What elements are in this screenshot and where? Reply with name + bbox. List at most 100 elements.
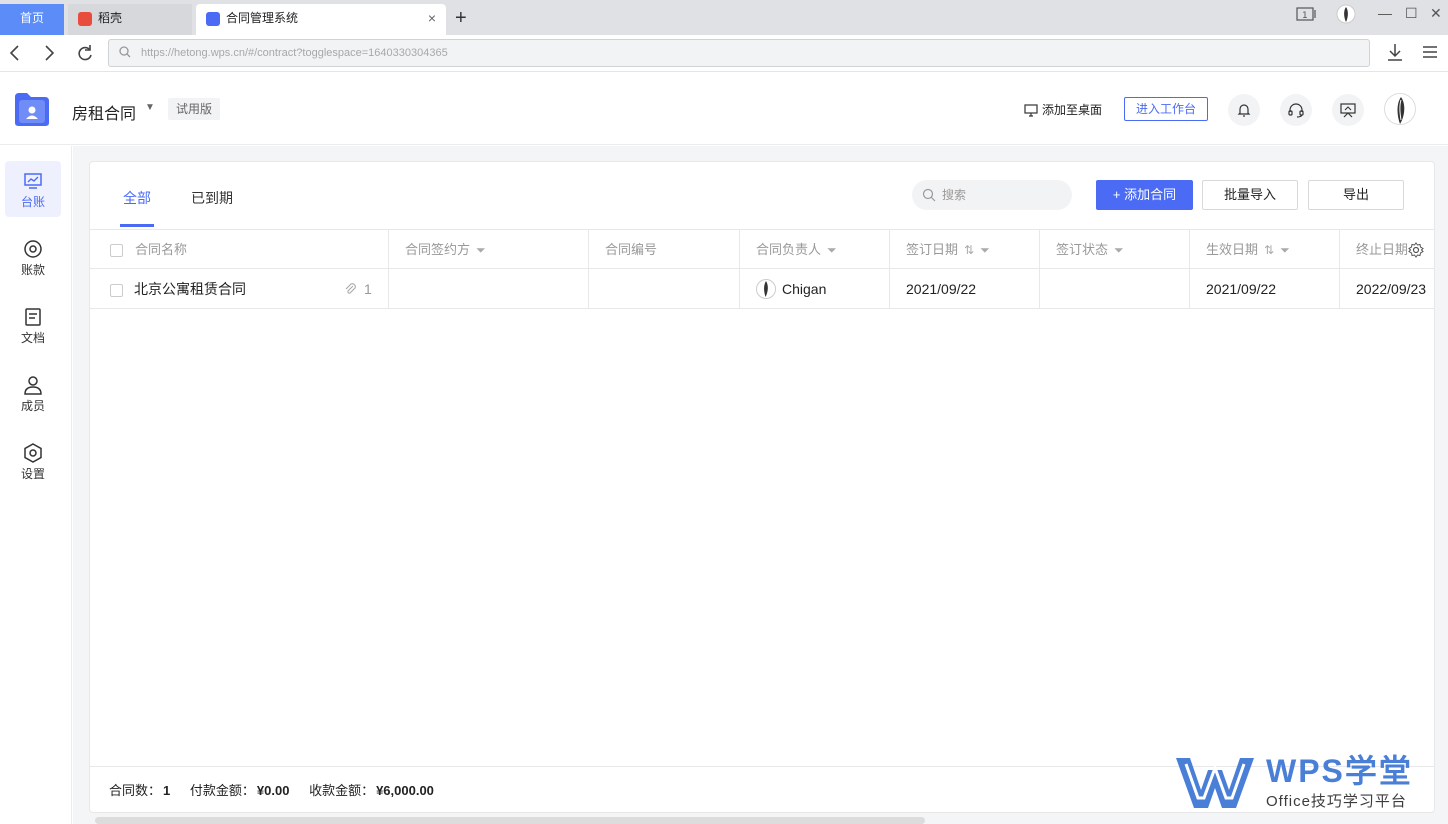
maximize-button[interactable]: ☐ (1405, 0, 1418, 30)
search-placeholder: 搜索 (942, 188, 967, 202)
user-avatar-small[interactable] (1336, 4, 1356, 34)
contract-count-label: 合同数： (109, 783, 162, 798)
export-button[interactable]: 导出 (1308, 180, 1404, 210)
column-header-effective-date[interactable]: 生效日期 ⇅ ⏷ (1189, 230, 1339, 269)
tab-docer[interactable]: 稻壳 (68, 4, 192, 35)
search-icon (119, 46, 131, 58)
column-header-party[interactable]: 合同签约方 ⏷ (388, 230, 588, 269)
sidebar-item-members[interactable]: 成员 (5, 365, 61, 421)
chevron-down-icon[interactable]: ▼ (145, 102, 155, 113)
sidebar-item-payment[interactable]: 账款 (5, 229, 61, 285)
settings-icon (24, 443, 42, 463)
sort-icon[interactable]: ⇅ (964, 231, 974, 269)
search-icon (922, 188, 936, 202)
sidebar-item-label: 成员 (20, 399, 45, 413)
sidebar-item-settings[interactable]: 设置 (5, 433, 61, 489)
space-name[interactable]: 房租合同 (72, 100, 136, 124)
new-tab-button[interactable]: + (455, 4, 467, 32)
wps-logo-icon (1176, 758, 1254, 808)
tab-overview-icon[interactable]: 1 (1296, 4, 1318, 34)
payment-icon (24, 240, 42, 258)
watermark-subtitle: Office技巧学习平台 (1266, 793, 1407, 810)
table-row[interactable]: 北京公寓租赁合同 1 Chigan 2021/09/22 2021/09/22 … (90, 269, 1434, 309)
filter-icon[interactable]: ⏷ (980, 231, 990, 269)
end-date-cell[interactable]: 2022/09/23 (1339, 269, 1434, 309)
docer-favicon-icon (78, 12, 92, 26)
tab-contract-system[interactable]: 合同管理系统 × (196, 4, 446, 35)
notification-bell-icon[interactable] (1228, 94, 1260, 126)
tab-label: 合同管理系统 (226, 11, 299, 25)
close-tab-icon[interactable]: × (428, 4, 436, 33)
user-avatar[interactable] (1384, 93, 1416, 125)
paperclip-icon (345, 283, 356, 294)
url-text: https://hetong.wps.cn/#/contract?toggles… (141, 47, 448, 59)
contract-name-cell[interactable]: 北京公寓租赁合同 1 (118, 269, 388, 309)
filter-icon[interactable]: ⏷ (827, 231, 837, 269)
enter-workspace-button[interactable]: 进入工作台 (1124, 97, 1208, 121)
filter-icon[interactable]: ⏷ (1114, 231, 1124, 269)
sidebar: 台账 账款 文档 成员 设置 (0, 146, 72, 824)
sidebar-item-ledger[interactable]: 台账 (5, 161, 61, 217)
back-icon[interactable] (8, 40, 22, 73)
owner-name: Chigan (782, 281, 827, 297)
column-header-owner[interactable]: 合同负责人 ⏷ (739, 230, 889, 269)
sign-date-cell[interactable]: 2021/09/22 (889, 269, 1039, 309)
contract-name[interactable]: 北京公寓租赁合同 (134, 281, 246, 297)
monitor-icon (1024, 104, 1038, 117)
column-header-name: 合同名称 (135, 242, 188, 257)
document-icon (25, 308, 41, 326)
address-bar-row: https://hetong.wps.cn/#/contract?toggles… (0, 35, 1448, 72)
column-header-sign-status[interactable]: 签订状态 ⏷ (1039, 230, 1189, 269)
contract-list-card: 全部 已到期 搜索 + 添加合同 批量导入 导出 合同名称 合同签约方 ⏷ 合同编… (89, 161, 1435, 813)
tab-expired[interactable]: 已到期 (191, 188, 233, 208)
close-window-button[interactable]: ✕ (1430, 0, 1442, 30)
horizontal-scrollbar[interactable] (95, 817, 925, 824)
number-cell[interactable] (588, 269, 739, 309)
sort-icon[interactable]: ⇅ (1264, 231, 1274, 269)
tab-all[interactable]: 全部 (123, 188, 151, 208)
browser-tab-bar: 首页 稻壳 合同管理系统 × + 1 — ☐ ✕ (0, 0, 1448, 35)
download-icon[interactable] (1386, 41, 1404, 70)
ledger-icon (24, 173, 42, 189)
svg-text:1: 1 (1302, 11, 1308, 21)
column-header-sign-date[interactable]: 签订日期 ⇅ ⏷ (889, 230, 1039, 269)
home-tab[interactable]: 首页 (0, 4, 64, 35)
sidebar-item-label: 台账 (20, 195, 45, 209)
sidebar-item-label: 账款 (20, 263, 45, 277)
effective-date-cell[interactable]: 2021/09/22 (1189, 269, 1339, 309)
owner-cell[interactable]: Chigan (739, 269, 889, 309)
search-input[interactable]: 搜索 (912, 180, 1072, 210)
wps-academy-watermark: WPS学堂 Office技巧学习平台 (1172, 750, 1432, 814)
paid-amount: ¥0.00 (256, 783, 290, 798)
url-field[interactable]: https://hetong.wps.cn/#/contract?toggles… (108, 39, 1370, 67)
filter-icon[interactable]: ⏷ (476, 231, 486, 269)
column-settings-gear-icon[interactable] (1408, 242, 1428, 262)
menu-icon[interactable] (1422, 41, 1438, 70)
headset-support-icon[interactable] (1280, 94, 1312, 126)
minimize-button[interactable]: — (1378, 0, 1392, 30)
presentation-icon[interactable] (1332, 94, 1364, 126)
sidebar-item-documents[interactable]: 文档 (5, 297, 61, 353)
active-tab-indicator (120, 224, 154, 227)
forward-icon[interactable] (42, 40, 56, 73)
sidebar-item-label: 文档 (20, 331, 45, 345)
attachment-count[interactable]: 1 (344, 269, 372, 309)
add-contract-button[interactable]: + 添加合同 (1096, 180, 1193, 210)
app-logo-icon (13, 91, 51, 127)
batch-import-button[interactable]: 批量导入 (1202, 180, 1298, 210)
contract-favicon-icon (206, 12, 220, 26)
app-header: 房租合同 ▼ 试用版 添加至桌面 进入工作台 (0, 73, 1448, 145)
column-header-number: 合同编号 (588, 230, 739, 269)
sidebar-item-label: 设置 (20, 467, 45, 481)
trial-badge: 试用版 (168, 98, 221, 120)
paid-amount-label: 付款金额： (189, 783, 255, 798)
add-to-desktop-button[interactable]: 添加至桌面 (1024, 101, 1102, 118)
table-header: 合同名称 合同签约方 ⏷ 合同编号 合同负责人 ⏷ 签订日期 ⇅ ⏷ 签订状态 ⏷ 生效日… (90, 229, 1434, 269)
select-all-checkbox[interactable] (110, 244, 123, 257)
reload-icon[interactable] (76, 40, 94, 73)
filter-icon[interactable]: ⏷ (1280, 231, 1290, 269)
sign-status-cell[interactable] (1039, 269, 1189, 309)
owner-avatar (756, 279, 776, 299)
party-cell[interactable] (388, 269, 588, 309)
received-amount: ¥6,000.00 (376, 783, 434, 798)
